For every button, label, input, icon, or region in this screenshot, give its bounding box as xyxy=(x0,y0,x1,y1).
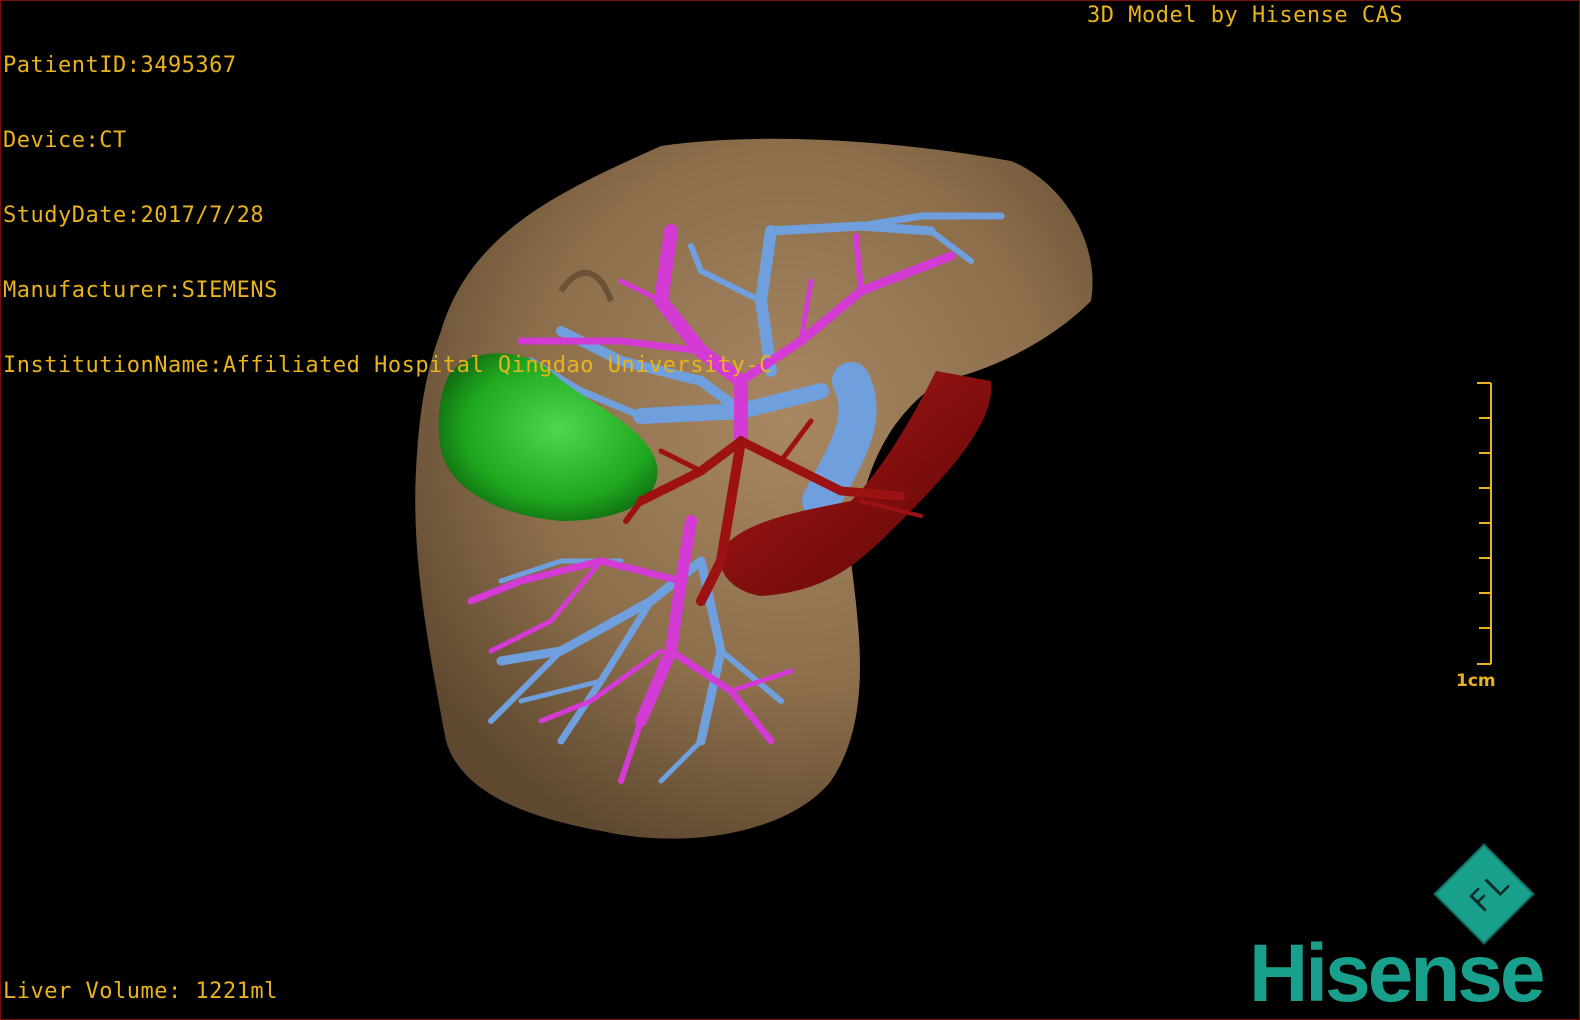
liver-volume: Liver Volume: 1221ml xyxy=(3,979,278,1004)
scale-label: 1cm xyxy=(1456,671,1496,691)
3d-viewport[interactable]: PatientID:3495367 Device:CT StudyDate:20… xyxy=(0,0,1580,1020)
device: Device:CT xyxy=(3,128,127,153)
study-date: StudyDate:2017/7/28 xyxy=(3,203,265,228)
institution-name: InstitutionName:Affiliated Hospital Qing… xyxy=(3,353,773,378)
patient-info: PatientID:3495367 Device:CT StudyDate:20… xyxy=(3,3,773,428)
scale-bar xyxy=(1477,382,1492,665)
hisense-logo: Hisense xyxy=(1249,928,1546,1019)
model-title: 3D Model by Hisense CAS xyxy=(1087,3,1404,28)
manufacturer: Manufacturer:SIEMENS xyxy=(3,278,278,303)
patient-id: PatientID:3495367 xyxy=(3,53,237,78)
